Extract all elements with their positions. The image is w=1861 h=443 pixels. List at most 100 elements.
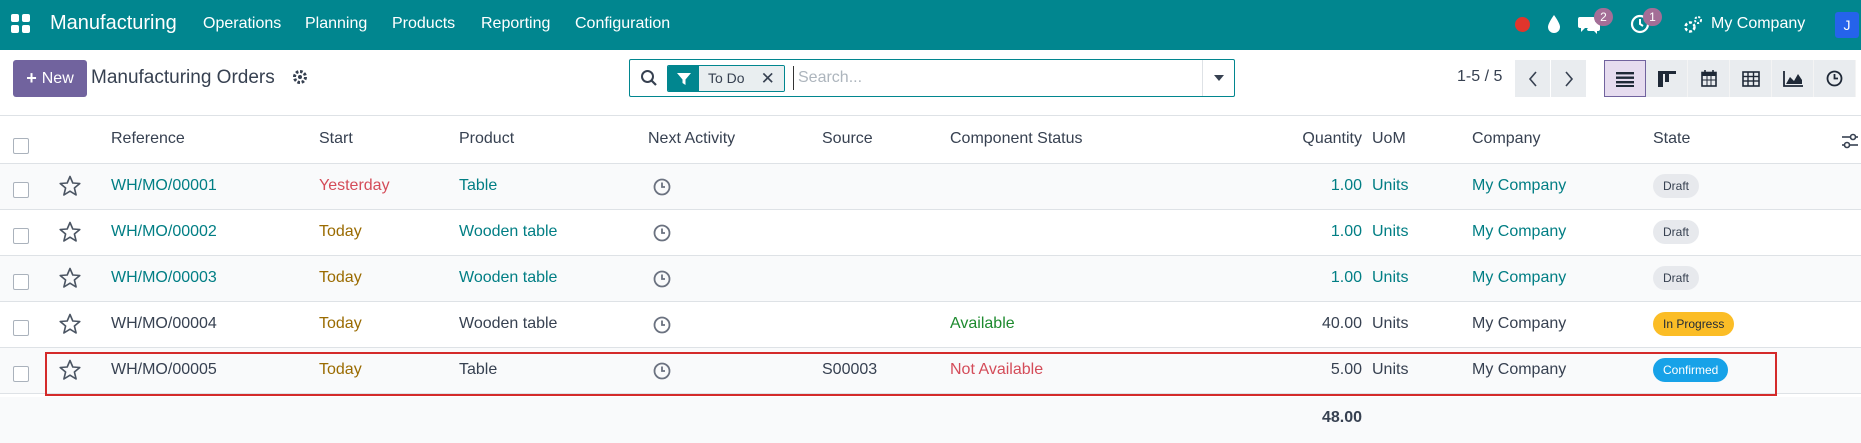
cell-product[interactable]: Table [459, 177, 497, 195]
table-row[interactable]: WH/MO/00001 Yesterday Table 1.00 Units M… [0, 164, 1861, 210]
column-start[interactable]: Start [319, 130, 353, 148]
cell-uom[interactable]: Units [1372, 177, 1408, 195]
view-calendar[interactable] [1688, 60, 1730, 97]
cell-company[interactable]: My Company [1472, 223, 1566, 241]
pager-previous[interactable] [1515, 60, 1550, 97]
search-icon[interactable] [640, 69, 658, 87]
row-checkbox[interactable] [13, 366, 29, 382]
view-activity[interactable] [1814, 60, 1856, 97]
row-checkbox[interactable] [13, 274, 29, 290]
column-next-activity[interactable]: Next Activity [648, 130, 735, 148]
cell-company[interactable]: My Company [1472, 177, 1566, 195]
search-options-toggle[interactable] [1202, 60, 1234, 96]
table-row[interactable]: WH/MO/00004 Today Wooden table Available… [0, 302, 1861, 348]
cell-product[interactable]: Wooden table [459, 223, 557, 241]
table-row[interactable]: WH/MO/00003 Today Wooden table 1.00 Unit… [0, 256, 1861, 302]
column-state[interactable]: State [1653, 130, 1690, 148]
cell-reference[interactable]: WH/MO/00003 [111, 269, 217, 287]
cell-source: S00003 [822, 361, 878, 378]
facet-label: To Do [708, 70, 745, 86]
graph-view-icon [1782, 70, 1803, 87]
column-reference[interactable]: Reference [111, 130, 185, 148]
activities-badge: 1 [1643, 8, 1662, 26]
company-switcher[interactable]: My Company [1711, 15, 1805, 33]
status-badge: Draft [1653, 174, 1700, 198]
cell-uom[interactable]: Units [1372, 269, 1408, 287]
plus-icon: + [26, 68, 37, 88]
star-icon[interactable] [59, 267, 81, 289]
cell-start: Yesterday [319, 177, 390, 194]
remove-facet-icon[interactable]: ✕ [761, 66, 775, 91]
optional-columns-icon[interactable] [1841, 132, 1859, 150]
table-header: Reference Start Product Next Activity So… [0, 116, 1861, 164]
search-input[interactable] [793, 66, 1193, 90]
cell-reference[interactable]: WH/MO/00002 [111, 223, 217, 241]
cell-component-status: Not Available [950, 361, 1044, 378]
new-button-label: New [41, 69, 74, 87]
view-list[interactable] [1604, 60, 1646, 97]
filter-icon [668, 66, 699, 91]
cell-uom[interactable]: Units [1372, 361, 1408, 379]
pager-next[interactable] [1551, 60, 1586, 97]
star-icon[interactable] [59, 313, 81, 335]
column-quantity[interactable]: Quantity [1272, 130, 1362, 148]
activity-clock-icon[interactable] [653, 270, 671, 288]
cell-company[interactable]: My Company [1472, 361, 1566, 379]
cell-reference[interactable]: WH/MO/00004 [111, 315, 217, 333]
cell-uom[interactable]: Units [1372, 315, 1408, 333]
status-badge: Confirmed [1653, 358, 1729, 382]
view-pivot[interactable] [1730, 60, 1772, 97]
gear-icon[interactable] [291, 68, 309, 86]
cell-reference[interactable]: WH/MO/00001 [111, 177, 217, 195]
cell-company[interactable]: My Company [1472, 315, 1566, 333]
table-row[interactable]: WH/MO/00005 Today Table S00003 Not Avail… [0, 348, 1861, 394]
control-panel: + New Manufacturing Orders To Do ✕ 1-5 /… [0, 50, 1861, 116]
star-icon[interactable] [59, 175, 81, 197]
pager-value[interactable]: 1-5 / 5 [1457, 68, 1502, 86]
caret-down-icon [1213, 75, 1224, 81]
cell-product[interactable]: Wooden table [459, 315, 557, 333]
page-title: Manufacturing Orders [91, 67, 275, 88]
star-icon[interactable] [59, 221, 81, 243]
droplet-icon[interactable] [1546, 14, 1562, 34]
switch-company-icon[interactable] [1683, 15, 1703, 35]
menu-products[interactable]: Products [392, 15, 455, 33]
star-icon[interactable] [59, 359, 81, 381]
status-badge: In Progress [1653, 312, 1735, 336]
menu-reporting[interactable]: Reporting [481, 15, 550, 33]
row-checkbox[interactable] [13, 182, 29, 198]
new-button[interactable]: + New [13, 60, 87, 97]
cell-product[interactable]: Table [459, 361, 497, 379]
activity-clock-icon[interactable] [653, 178, 671, 196]
view-graph[interactable] [1772, 60, 1814, 97]
table-row[interactable]: WH/MO/00002 Today Wooden table 1.00 Unit… [0, 210, 1861, 256]
cell-quantity: 40.00 [1321, 315, 1362, 332]
activity-clock-icon[interactable] [653, 316, 671, 334]
row-checkbox[interactable] [13, 228, 29, 244]
menu-configuration[interactable]: Configuration [575, 15, 670, 33]
quantity-total: 48.00 [1321, 409, 1362, 426]
menu-operations[interactable]: Operations [203, 15, 281, 33]
cell-uom[interactable]: Units [1372, 223, 1408, 241]
cell-product[interactable]: Wooden table [459, 269, 557, 287]
column-source[interactable]: Source [822, 130, 873, 148]
cell-start: Today [319, 269, 362, 286]
menu-planning[interactable]: Planning [305, 15, 367, 33]
cell-company[interactable]: My Company [1472, 269, 1566, 287]
search-facet: To Do ✕ [667, 65, 785, 92]
column-company[interactable]: Company [1472, 130, 1540, 148]
column-component-status[interactable]: Component Status [950, 130, 1083, 148]
activity-clock-icon[interactable] [653, 224, 671, 242]
app-grid-icon[interactable] [11, 14, 30, 33]
user-avatar[interactable]: J [1835, 12, 1859, 38]
app-brand[interactable]: Manufacturing [50, 12, 177, 35]
column-uom[interactable]: UoM [1372, 130, 1406, 148]
select-all-checkbox[interactable] [13, 138, 29, 154]
row-checkbox[interactable] [13, 320, 29, 336]
chevron-left-icon [1528, 70, 1537, 87]
cell-reference[interactable]: WH/MO/00005 [111, 361, 217, 379]
recording-dot-icon[interactable] [1515, 17, 1530, 32]
column-product[interactable]: Product [459, 130, 514, 148]
view-kanban[interactable] [1646, 60, 1688, 97]
activity-clock-icon[interactable] [653, 362, 671, 380]
